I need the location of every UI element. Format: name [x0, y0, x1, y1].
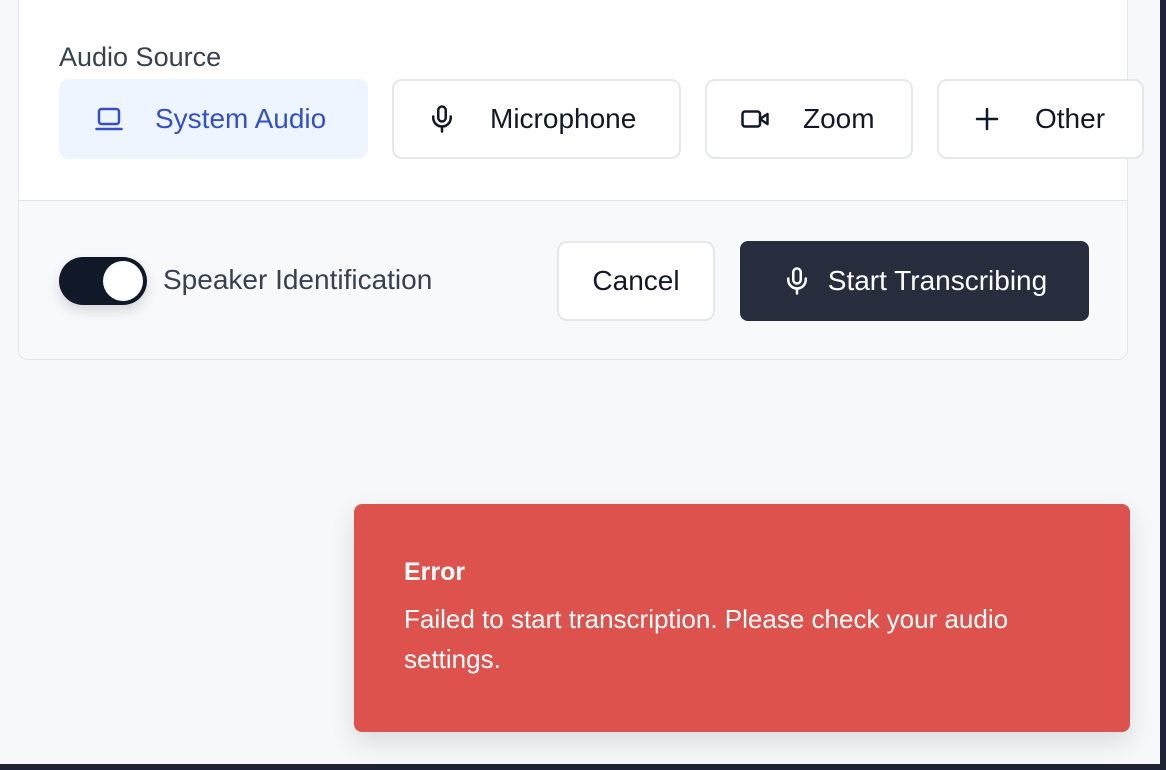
audio-source-option-label: Microphone — [490, 103, 637, 134]
app-viewport: Audio Source System Audio Microphone Zoo… — [0, 0, 1160, 764]
audio-source-system-audio[interactable]: System Audio — [59, 79, 368, 159]
plus-icon — [971, 103, 1003, 135]
audio-source-option-label: System Audio — [155, 103, 327, 134]
audio-source-microphone[interactable]: Microphone — [392, 79, 681, 159]
audio-source-option-label: Zoom — [803, 103, 875, 134]
start-transcribing-label: Start Transcribing — [827, 265, 1048, 296]
audio-source-zoom[interactable]: Zoom — [705, 79, 913, 159]
speaker-identification-label: Speaker Identification — [163, 264, 433, 295]
toggle-knob — [103, 261, 143, 301]
start-transcribing-button[interactable]: Start Transcribing — [740, 241, 1089, 321]
toast-message: Failed to start transcription. Please ch… — [404, 604, 1009, 674]
toast-title: Error — [404, 558, 466, 586]
cancel-button[interactable]: Cancel — [557, 241, 715, 321]
transcription-setup-card: Audio Source System Audio Microphone Zoo… — [18, 0, 1144, 360]
video-camera-icon — [739, 103, 771, 135]
microphone-icon — [426, 103, 458, 135]
audio-source-option-label: Other — [1035, 103, 1106, 134]
laptop-icon — [93, 103, 125, 135]
speaker-identification-toggle[interactable] — [59, 257, 147, 305]
audio-source-label: Audio Source — [59, 42, 222, 72]
error-toast[interactable]: Error Failed to start transcription. Ple… — [354, 504, 1130, 732]
audio-source-other[interactable]: Other — [937, 79, 1144, 159]
microphone-icon — [786, 267, 807, 295]
